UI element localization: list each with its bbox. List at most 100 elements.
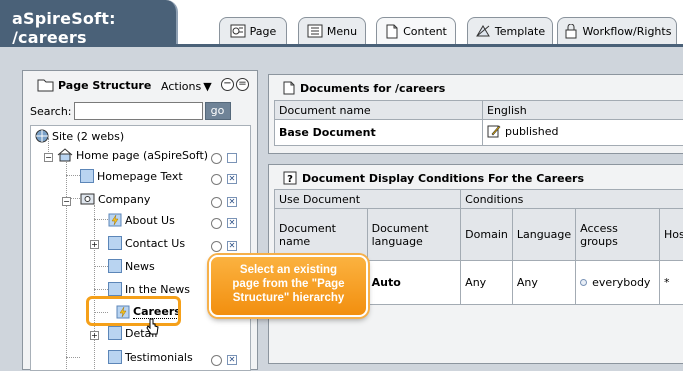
column-header: Document language (367, 209, 461, 261)
top-bar: aSpireSoft: /careers Page Menu Content T… (0, 0, 683, 44)
search-label: Search: (30, 105, 72, 118)
column-header: English (483, 101, 683, 120)
access-group-label: everybody (592, 276, 650, 289)
app-title: aSpireSoft: /careers (12, 9, 176, 47)
column-header: Access groups (576, 209, 660, 261)
page-tree: Site (2 webs) − Home page (aSpireSoft) H… (30, 125, 251, 371)
document-status: published (505, 125, 559, 138)
tree-node-label: Home page (aSpireSoft) (76, 149, 208, 162)
tree-node-news[interactable]: News (108, 259, 155, 273)
document-name-cell[interactable]: Base Document (275, 120, 483, 146)
tree-node-label: Contact Us (125, 237, 185, 250)
expander-icon[interactable]: + (90, 240, 99, 249)
documents-title-label: Documents for /careers (300, 82, 445, 95)
documents-table: Document name English Base Document publ… (274, 100, 683, 146)
tab-page[interactable]: Page (219, 17, 287, 44)
document-status-cell[interactable]: published (483, 120, 683, 146)
documents-panel: Documents for /careers Document name Eng… (268, 74, 683, 154)
page-structure-title: Page Structure (37, 78, 151, 92)
select-checkbox[interactable] (227, 153, 237, 163)
expand-icon[interactable]: = (236, 78, 249, 91)
header-divider (0, 44, 683, 47)
condition-host[interactable]: * (659, 261, 683, 305)
radio-bullet-icon (580, 279, 587, 286)
column-header: Domain (461, 209, 513, 261)
expander-icon[interactable]: − (44, 153, 53, 162)
select-radio[interactable] (211, 153, 222, 164)
careers-highlight (86, 296, 181, 326)
app-title-tab: aSpireSoft: /careers (0, 0, 178, 45)
column-header: Document name (275, 101, 483, 120)
condition-domain[interactable]: Any (461, 261, 513, 305)
expander-icon[interactable]: + (90, 331, 99, 340)
tree-node-in-the-news[interactable]: In the News (108, 282, 190, 296)
tree-node-home[interactable]: Home page (aSpireSoft) (57, 148, 208, 162)
dropdown-arrow-icon: ▼ (203, 80, 211, 93)
tree-node-label: News (125, 260, 155, 273)
select-radio[interactable] (211, 174, 222, 185)
select-checkbox-checked[interactable]: ✕ (227, 241, 237, 251)
select-checkbox-checked[interactable]: ✕ (227, 355, 237, 365)
search-row: Search: go (30, 102, 231, 120)
actions-menu[interactable]: Actions ▼ (161, 80, 212, 93)
group-header: Use Document (275, 190, 461, 209)
page-icon (108, 259, 122, 273)
select-checkbox-checked[interactable]: ✕ (227, 197, 237, 207)
menu-icon (307, 24, 323, 38)
expander-icon[interactable]: − (62, 197, 71, 206)
column-header: Host (659, 209, 683, 261)
select-radio[interactable] (211, 197, 222, 208)
tab-menu[interactable]: Menu (298, 17, 366, 44)
globe-icon (35, 129, 49, 143)
page-structure-label: Page Structure (58, 79, 151, 92)
conditions-title-label: Document Display Conditions For the Care… (302, 172, 584, 185)
tab-workflow-rights[interactable]: Workflow/Rights (557, 17, 677, 44)
table-row[interactable]: Base Document published (275, 120, 683, 146)
condition-document-language[interactable]: Auto (367, 261, 461, 305)
tab-content[interactable]: Content (376, 17, 456, 45)
go-button[interactable]: go (205, 102, 231, 120)
callout-line-1: Select an existing (211, 263, 366, 277)
workflow-lock-icon (563, 24, 579, 39)
select-checkbox-checked[interactable]: ✕ (227, 174, 237, 184)
callout-line-2: page from the "Page (211, 277, 366, 291)
cursor-hand-icon (146, 318, 160, 336)
collapse-icon[interactable]: − (221, 78, 234, 91)
page-icon (108, 326, 122, 340)
callout-line-3: Structure" hierarchy (211, 291, 366, 305)
tree-node-label: About Us (125, 214, 175, 227)
tree-node-homepage-text[interactable]: Homepage Text (80, 169, 183, 183)
tab-page-label: Page (250, 25, 277, 38)
page-icon (108, 282, 122, 296)
svg-text:?: ? (287, 174, 293, 185)
column-header: Document name (275, 209, 368, 261)
documents-title: Documents for /careers (283, 81, 445, 95)
page-icon (80, 169, 94, 183)
tree-node-contact-us[interactable]: Contact Us (108, 236, 185, 250)
tree-node-about-us[interactable]: About Us (108, 213, 175, 227)
tree-node-site[interactable]: Site (2 webs) (35, 129, 124, 143)
tab-menu-label: Menu (327, 25, 357, 38)
select-radio[interactable] (211, 241, 222, 252)
folder-icon (37, 78, 54, 92)
column-header: Language (512, 209, 575, 261)
page-icon (108, 236, 122, 250)
page-edit-icon (230, 24, 246, 38)
condition-language[interactable]: Any (512, 261, 575, 305)
home-icon (57, 148, 73, 162)
edit-document-icon (487, 124, 501, 138)
tree-node-label: Site (2 webs) (52, 130, 124, 143)
select-checkbox-checked[interactable]: ✕ (227, 218, 237, 228)
group-header: Conditions (461, 190, 683, 209)
conditions-title: ? Document Display Conditions For the Ca… (283, 171, 584, 185)
tab-template-label: Template (495, 25, 545, 38)
select-radio[interactable] (211, 355, 222, 366)
tree-node-label: In the News (125, 283, 190, 296)
template-icon (475, 24, 491, 38)
tab-template[interactable]: Template (467, 17, 553, 44)
search-input[interactable] (74, 102, 203, 120)
select-radio[interactable] (211, 218, 222, 229)
condition-access-groups[interactable]: everybody (576, 261, 660, 305)
tree-node-company[interactable]: Company (80, 192, 150, 206)
tab-workflow-label: Workflow/Rights (583, 25, 672, 38)
